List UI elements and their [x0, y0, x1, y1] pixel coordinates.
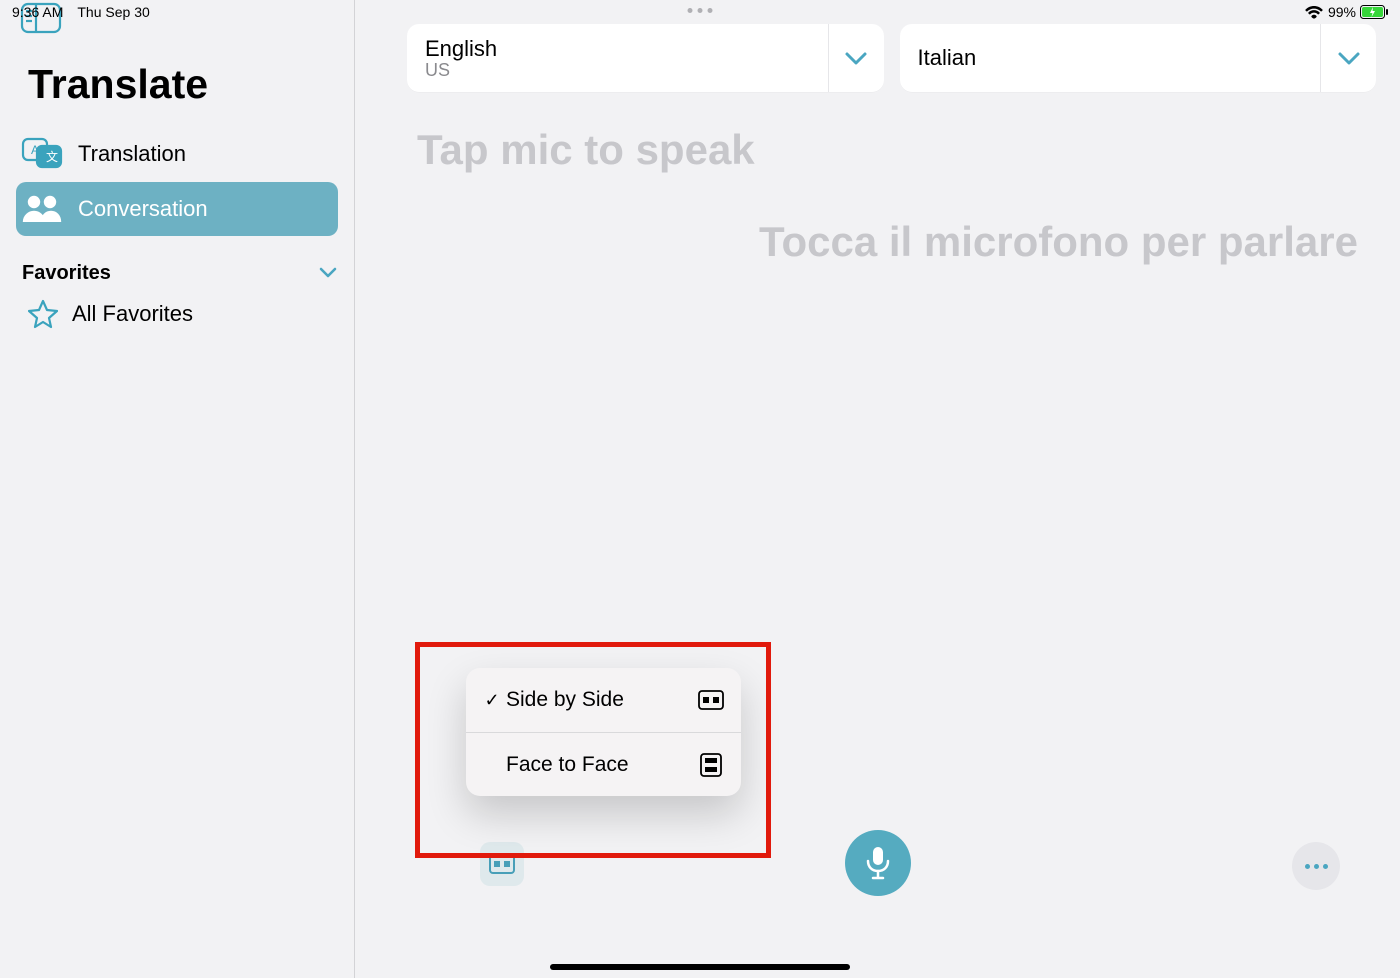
popup-item-side-by-side[interactable]: ✓ Side by Side — [466, 668, 741, 732]
svg-text:文: 文 — [46, 149, 58, 164]
popup-item-label: Face to Face — [502, 753, 697, 777]
microphone-icon — [864, 845, 892, 881]
multitask-dots-icon[interactable] — [688, 8, 713, 13]
sidebar-item-all-favorites[interactable]: All Favorites — [0, 285, 354, 329]
more-options-button[interactable] — [1292, 842, 1340, 890]
view-mode-popup: ✓ Side by Side Face to Face — [466, 668, 741, 796]
target-language-picker[interactable]: Italian — [900, 24, 1377, 92]
battery-indicator: 99% — [1323, 4, 1388, 20]
app-title: Translate — [28, 61, 354, 108]
chevron-down-icon — [828, 24, 884, 92]
checkmark-icon: ✓ — [482, 690, 502, 711]
source-language-name: English — [425, 36, 828, 62]
conversation-icon — [20, 192, 66, 226]
side-by-side-icon — [697, 690, 725, 710]
sidebar-item-translation[interactable]: A 文 Translation — [16, 126, 338, 182]
target-language-name: Italian — [918, 45, 1321, 71]
star-icon — [28, 299, 58, 329]
chevron-down-icon — [1320, 24, 1376, 92]
sidebar-item-label: Conversation — [78, 196, 208, 222]
popup-item-label: Side by Side — [502, 688, 697, 712]
translation-icon: A 文 — [20, 136, 66, 172]
all-favorites-label: All Favorites — [72, 301, 193, 327]
main-area: English US Italian Tap mic to speak Tocc… — [355, 0, 1400, 978]
ellipsis-icon — [1305, 864, 1310, 869]
source-language-sub: US — [425, 60, 828, 81]
status-date: Thu Sep 30 — [77, 4, 149, 20]
view-mode-button[interactable] — [480, 842, 524, 886]
source-language-picker[interactable]: English US — [407, 24, 884, 92]
sidebar-item-label: Translation — [78, 141, 186, 167]
svg-text:A: A — [31, 143, 39, 157]
chevron-down-icon — [318, 262, 338, 285]
sidebar: Translate A 文 Translation Conversation F… — [0, 0, 355, 978]
battery-percent: 99% — [1328, 4, 1356, 20]
popup-item-face-to-face[interactable]: Face to Face — [466, 732, 741, 796]
wifi-icon — [1305, 6, 1323, 19]
sidebar-item-conversation[interactable]: Conversation — [16, 182, 338, 236]
face-to-face-icon — [697, 753, 725, 777]
home-indicator[interactable] — [550, 964, 850, 970]
side-by-side-icon — [489, 854, 515, 874]
status-time: 9:36 AM — [12, 4, 63, 20]
favorites-header-label: Favorites — [22, 262, 111, 285]
microphone-button[interactable] — [845, 830, 911, 896]
source-prompt-text: Tap mic to speak — [417, 126, 1370, 174]
favorites-header[interactable]: Favorites — [0, 262, 354, 285]
target-prompt-text: Tocca il microfono per parlare — [417, 218, 1370, 266]
